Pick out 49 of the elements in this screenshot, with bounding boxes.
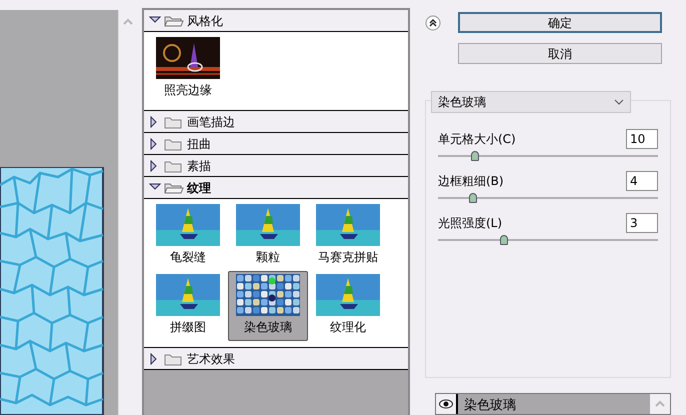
slider-thumb[interactable] (500, 235, 508, 245)
thumbnail-image (156, 204, 220, 246)
folder-label: 素描 (187, 158, 211, 174)
folder-label: 艺术效果 (187, 350, 235, 368)
filter-thumbnail-item[interactable]: 染色玻璃 (228, 271, 308, 341)
eye-icon[interactable] (439, 399, 453, 409)
effect-layer-row[interactable]: 染色玻璃 (435, 393, 671, 415)
folder-label: 风格化 (187, 12, 223, 30)
thumbnail-image (156, 37, 220, 79)
thumbnail-label: 照亮边缘 (163, 82, 213, 99)
cancel-button[interactable]: 取消 (458, 43, 662, 64)
folder-header[interactable]: 素描 (144, 155, 408, 177)
thumbnail-image (236, 274, 300, 316)
parameter-label: 单元格大小(C) (438, 131, 516, 148)
thumbnail-label: 拼缀图 (169, 319, 207, 336)
thumbnail-image (316, 204, 380, 246)
filter-thumbnail-item[interactable]: 颗粒 (228, 201, 308, 271)
folder-header[interactable]: 画笔描边 (144, 111, 408, 133)
thumbnail-label: 龟裂缝 (169, 249, 207, 266)
parameter-input[interactable]: 3 (626, 213, 658, 233)
parameter-label: 光照强度(L) (438, 215, 502, 232)
slider-thumb[interactable] (471, 151, 480, 161)
parameter-label: 边框粗细(B) (438, 173, 504, 190)
parameter-input[interactable]: 4 (626, 171, 658, 191)
folder-header[interactable]: 风格化 (144, 10, 408, 32)
ok-button[interactable]: 确定 (458, 12, 662, 33)
filter-dropdown[interactable]: 染色玻璃 (431, 91, 631, 113)
folder-label: 画笔描边 (187, 114, 235, 130)
thumbnail-label: 马赛克拼贴 (317, 249, 379, 266)
chevron-down-icon (614, 99, 624, 105)
filter-thumbnail-item[interactable]: 马赛克拼贴 (308, 201, 388, 271)
folder-header[interactable]: 纹理 (144, 177, 408, 199)
thumbnail-label: 染色玻璃 (243, 319, 293, 336)
folder-label: 扭曲 (187, 136, 211, 152)
folder-header[interactable]: 扭曲 (144, 133, 408, 155)
layer-label: 染色玻璃 (463, 397, 517, 414)
filter-thumbnail-item[interactable]: 拼缀图 (148, 271, 228, 341)
thumbnail-image (236, 204, 300, 246)
thumbnail-image (316, 274, 380, 316)
filter-thumbnail-item[interactable]: 纹理化 (308, 271, 388, 341)
thumbnail-label: 纹理化 (329, 319, 367, 336)
filter-thumbnail-item[interactable]: 龟裂缝 (148, 201, 228, 271)
folder-label: 纹理 (187, 180, 211, 196)
parameter-input[interactable]: 10 (626, 129, 658, 149)
collapse-up-icon[interactable] (425, 15, 441, 32)
slider-thumb[interactable] (469, 193, 478, 203)
folder-header[interactable]: 艺术效果 (144, 348, 408, 370)
thumbnail-image (156, 274, 220, 316)
thumbnail-label: 颗粒 (255, 249, 281, 266)
